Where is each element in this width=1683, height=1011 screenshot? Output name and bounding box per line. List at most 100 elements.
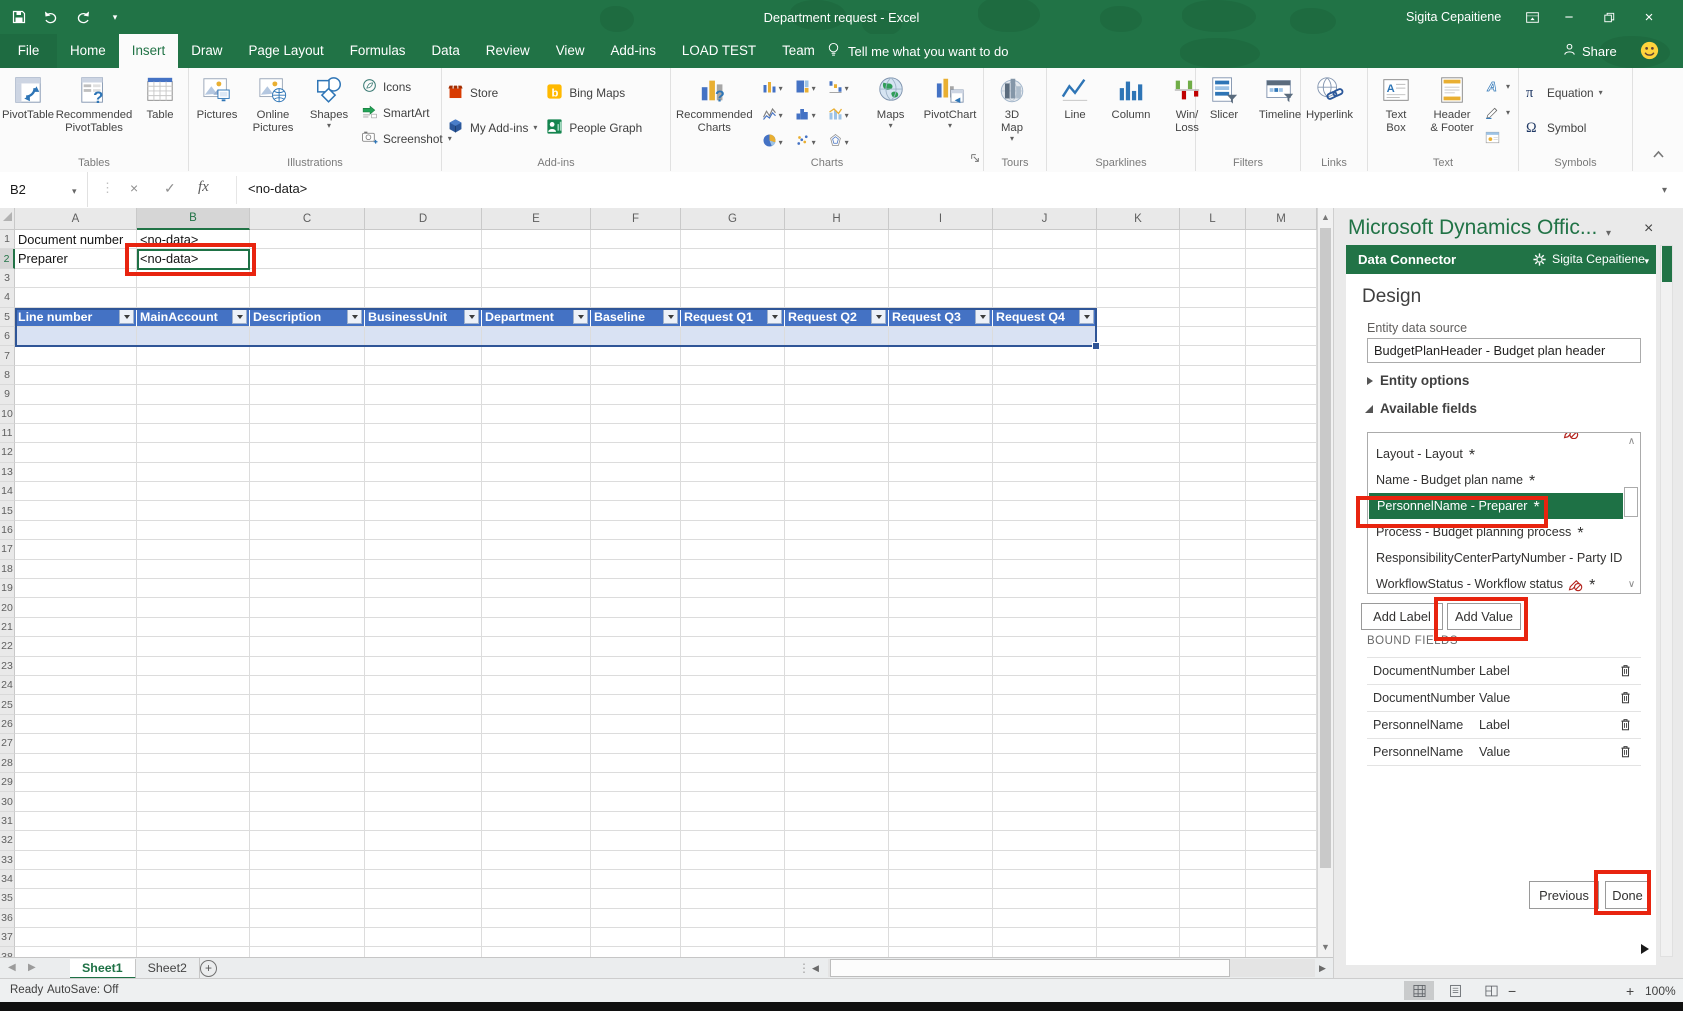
cell-G29[interactable]: [681, 773, 785, 792]
cell-C31[interactable]: [250, 812, 365, 831]
cell-B25[interactable]: [137, 695, 250, 714]
cell-L16[interactable]: [1180, 521, 1246, 540]
table-header-cell-line-number[interactable]: Line number: [15, 308, 137, 327]
cell-J16[interactable]: [993, 521, 1097, 540]
cell-J23[interactable]: [993, 657, 1097, 676]
cell-H24[interactable]: [785, 676, 889, 695]
cell-H32[interactable]: [785, 831, 889, 850]
field-process[interactable]: Process - Budget planning process*: [1368, 519, 1624, 545]
combo-chart-button[interactable]: ▾: [828, 102, 861, 129]
cell-J14[interactable]: [993, 482, 1097, 501]
cell-E11[interactable]: [482, 424, 591, 443]
cell-M35[interactable]: [1246, 889, 1317, 908]
cell-H19[interactable]: [785, 579, 889, 598]
line-button[interactable]: Line: [1047, 70, 1103, 156]
cell-G27[interactable]: [681, 734, 785, 753]
prev-sheet-icon[interactable]: ◀: [8, 962, 16, 973]
cell-J3[interactable]: [993, 269, 1097, 288]
column-button[interactable]: Column: [1103, 70, 1159, 156]
cell-C30[interactable]: [250, 792, 365, 811]
object-button[interactable]: [1484, 128, 1510, 149]
cell-F21[interactable]: [591, 618, 681, 637]
cell-K7[interactable]: [1097, 346, 1180, 365]
cell-I6[interactable]: [889, 327, 993, 346]
cell-F36[interactable]: [591, 909, 681, 928]
cell-M36[interactable]: [1246, 909, 1317, 928]
cell-G36[interactable]: [681, 909, 785, 928]
delete-icon[interactable]: [1618, 662, 1633, 682]
cell-A10[interactable]: [15, 405, 137, 424]
row-header-23[interactable]: 23: [0, 657, 15, 676]
cell-A1[interactable]: Document number: [15, 230, 137, 249]
column-header-E[interactable]: E: [482, 208, 591, 230]
cell-D24[interactable]: [365, 676, 482, 695]
cell-A7[interactable]: [15, 346, 137, 365]
cell-H27[interactable]: [785, 734, 889, 753]
row-header-28[interactable]: 28: [0, 754, 15, 773]
cell-C9[interactable]: [250, 385, 365, 404]
filter-dropdown-icon[interactable]: [1079, 309, 1094, 324]
done-button[interactable]: Done: [1605, 881, 1650, 909]
cell-I22[interactable]: [889, 637, 993, 656]
cell-K6[interactable]: [1097, 327, 1180, 346]
entity-options-toggle[interactable]: Entity options: [1367, 373, 1469, 388]
cell-H28[interactable]: [785, 754, 889, 773]
cell-E6[interactable]: [482, 327, 591, 346]
cell-I21[interactable]: [889, 618, 993, 637]
table-header-cell-request-q1[interactable]: Request Q1: [681, 308, 785, 327]
cell-E4[interactable]: [482, 288, 591, 307]
cell-G23[interactable]: [681, 657, 785, 676]
cell-K16[interactable]: [1097, 521, 1180, 540]
tab-insert[interactable]: Insert: [119, 34, 179, 68]
row-header-11[interactable]: 11: [0, 424, 15, 443]
maps-button[interactable]: Maps▾: [863, 70, 919, 156]
row-header-27[interactable]: 27: [0, 734, 15, 753]
signed-in-user[interactable]: Sigita Cepaitiene: [1406, 0, 1501, 34]
formula-bar-value[interactable]: <no-data>: [248, 181, 307, 196]
cell-K29[interactable]: [1097, 773, 1180, 792]
cell-M17[interactable]: [1246, 540, 1317, 559]
table-header-cell-baseline[interactable]: Baseline: [591, 308, 681, 327]
cell-I2[interactable]: [889, 249, 993, 268]
cell-D16[interactable]: [365, 521, 482, 540]
cell-D28[interactable]: [365, 754, 482, 773]
cell-F22[interactable]: [591, 637, 681, 656]
cell-A25[interactable]: [15, 695, 137, 714]
column-header-M[interactable]: M: [1246, 208, 1317, 230]
cell-F20[interactable]: [591, 598, 681, 617]
cell-D18[interactable]: [365, 560, 482, 579]
cell-B33[interactable]: [137, 851, 250, 870]
cell-D20[interactable]: [365, 598, 482, 617]
cell-F37[interactable]: [591, 928, 681, 947]
column-header-J[interactable]: J: [993, 208, 1097, 230]
cell-F11[interactable]: [591, 424, 681, 443]
cell-A28[interactable]: [15, 754, 137, 773]
cell-F35[interactable]: [591, 889, 681, 908]
cell-C35[interactable]: [250, 889, 365, 908]
cell-D8[interactable]: [365, 366, 482, 385]
cell-B24[interactable]: [137, 676, 250, 695]
people-graph-button[interactable]: People Graph: [545, 117, 642, 138]
cell-K9[interactable]: [1097, 385, 1180, 404]
cell-A27[interactable]: [15, 734, 137, 753]
cell-G34[interactable]: [681, 870, 785, 889]
cell-G13[interactable]: [681, 463, 785, 482]
field-personnelname[interactable]: PersonnelName - Preparer*: [1369, 493, 1625, 519]
cell-F12[interactable]: [591, 443, 681, 462]
column-header-I[interactable]: I: [889, 208, 993, 230]
cell-B9[interactable]: [137, 385, 250, 404]
cell-M8[interactable]: [1246, 366, 1317, 385]
cell-A4[interactable]: [15, 288, 137, 307]
cell-C27[interactable]: [250, 734, 365, 753]
cell-H13[interactable]: [785, 463, 889, 482]
cell-M6[interactable]: [1246, 327, 1317, 346]
text-box-button[interactable]: ATextBox: [1368, 70, 1424, 156]
cell-M38[interactable]: [1246, 947, 1317, 957]
cell-L30[interactable]: [1180, 792, 1246, 811]
cell-K30[interactable]: [1097, 792, 1180, 811]
table-header-cell-request-q3[interactable]: Request Q3: [889, 308, 993, 327]
cell-J28[interactable]: [993, 754, 1097, 773]
cell-A38[interactable]: [15, 947, 137, 957]
pictures-button[interactable]: Pictures: [189, 70, 245, 156]
cell-J20[interactable]: [993, 598, 1097, 617]
